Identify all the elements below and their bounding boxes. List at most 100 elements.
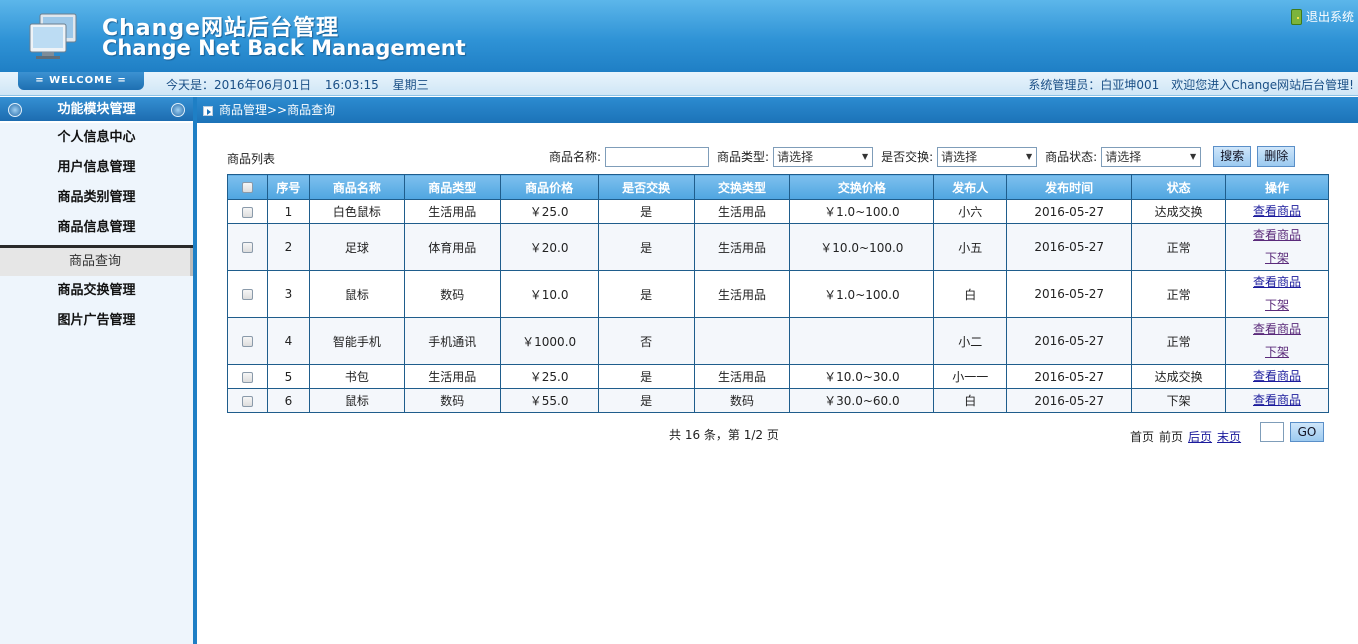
goods-type-select[interactable]: 请选择	[773, 146, 874, 167]
sidebar-subitem-goods-query[interactable]: 商品查询	[0, 248, 193, 276]
view-goods-link[interactable]: 查看商品	[1226, 365, 1328, 388]
cell-no: 4	[266, 317, 310, 365]
cell-status: 下架	[1131, 388, 1227, 413]
cell-name: 鼠标	[308, 388, 405, 413]
sidebar-item-category-management[interactable]: 商品类别管理	[0, 183, 193, 213]
cell-ex-price: ￥10.0~100.0	[789, 223, 935, 271]
sidebar-heading: 功能模块管理	[0, 97, 193, 123]
pager-links: 首页 前页 后页 末页	[1130, 428, 1246, 445]
table-header-row: 序号 商品名称 商品类型 商品价格 是否交换 交换类型 交换价格 发布人 发布时…	[227, 174, 1329, 200]
select-all-checkbox[interactable]	[241, 182, 253, 193]
row-select-cell	[227, 223, 268, 271]
sidebar-heading-label: 功能模块管理	[57, 102, 136, 117]
filter-bar: 商品名称: 商品类型: 请选择 是否交换: 请选择 商品状态: 请选择 搜索 删…	[549, 146, 1296, 167]
site-title-en: Change Net Back Management	[102, 36, 466, 60]
view-goods-link[interactable]: 查看商品	[1226, 200, 1328, 223]
delete-button[interactable]: 删除	[1257, 146, 1296, 167]
row-checkbox[interactable]	[241, 289, 253, 300]
today-date: 今天是：2016年06月01日	[166, 78, 312, 92]
date-display: 今天是：2016年06月01日 16:03:15 星期三	[166, 76, 439, 93]
cell-publisher: 小一一	[933, 364, 1008, 389]
cell-operations: 查看商品	[1225, 388, 1329, 413]
cell-ex-type	[693, 317, 791, 365]
view-goods-link[interactable]: 查看商品	[1226, 318, 1328, 341]
cell-name: 鼠标	[308, 270, 405, 318]
cell-no: 2	[266, 223, 310, 271]
current-time: 16:03:15	[324, 78, 379, 92]
view-goods-link[interactable]: 查看商品	[1226, 389, 1328, 412]
row-checkbox[interactable]	[241, 395, 253, 407]
row-select-cell	[227, 199, 268, 224]
column-header: 交换价格	[789, 174, 935, 200]
cell-date: 2016-05-27	[1006, 270, 1133, 318]
cell-price: ￥10.0	[499, 270, 599, 318]
view-goods-link[interactable]: 查看商品	[1226, 224, 1328, 247]
row-checkbox[interactable]	[241, 336, 253, 347]
cell-name: 书包	[308, 364, 405, 389]
column-header: 操作	[1225, 174, 1329, 200]
arrow-right-icon	[203, 106, 213, 116]
cell-price: ￥25.0	[499, 199, 599, 224]
cell-date: 2016-05-27	[1006, 223, 1133, 271]
sidebar-item-exchange-management[interactable]: 商品交换管理	[0, 276, 193, 306]
sidebar-item-ad-management[interactable]: 图片广告管理	[0, 306, 193, 336]
view-goods-link[interactable]: 查看商品	[1226, 271, 1328, 294]
list-title: 商品列表	[227, 152, 276, 166]
column-header: 商品价格	[499, 174, 599, 200]
logout-link[interactable]: 退出系统	[1290, 8, 1354, 25]
cell-no: 1	[266, 199, 310, 224]
sidebar: 功能模块管理 个人信息中心 用户信息管理 商品类别管理 商品信息管理 商品查询 …	[0, 97, 197, 644]
take-down-link[interactable]: 下架	[1226, 341, 1328, 364]
cell-ex-price: ￥10.0~30.0	[789, 364, 935, 389]
welcome-badge: = WELCOME =	[18, 72, 144, 90]
pager-next-link[interactable]: 后页	[1188, 428, 1212, 445]
row-checkbox[interactable]	[241, 371, 253, 383]
exchange-select[interactable]: 请选择	[937, 146, 1038, 167]
row-checkbox[interactable]	[241, 242, 253, 253]
cell-status: 达成交换	[1131, 199, 1227, 224]
take-down-link[interactable]: 下架	[1226, 294, 1328, 317]
cell-ex-type: 生活用品	[693, 364, 791, 389]
column-header: 商品类型	[403, 174, 501, 200]
pager-last-link[interactable]: 末页	[1217, 428, 1241, 445]
cell-name: 白色鼠标	[308, 199, 405, 224]
cell-operations: 查看商品 下架	[1225, 270, 1329, 318]
cell-type: 数码	[403, 270, 501, 318]
cell-ex-price: ￥1.0~100.0	[789, 199, 935, 224]
go-button[interactable]: GO	[1290, 422, 1324, 442]
search-button[interactable]: 搜索	[1213, 146, 1252, 167]
sidebar-item-goods-management[interactable]: 商品信息管理	[0, 213, 193, 243]
knob-icon	[8, 103, 22, 117]
cell-price: ￥1000.0	[499, 317, 599, 365]
cell-operations: 查看商品	[1225, 199, 1329, 224]
sidebar-item-user-management[interactable]: 用户信息管理	[0, 153, 193, 183]
cell-type: 生活用品	[403, 199, 501, 224]
cell-type: 体育用品	[403, 223, 501, 271]
breadcrumb-text: 商品管理>>商品查询	[219, 103, 336, 117]
breadcrumb: 商品管理>>商品查询	[197, 97, 1358, 123]
goods-name-input[interactable]	[605, 146, 710, 167]
cell-date: 2016-05-27	[1006, 317, 1133, 365]
exchange-filter-label: 是否交换:	[881, 150, 934, 164]
select-all-header	[227, 174, 268, 200]
cell-name: 智能手机	[308, 317, 405, 365]
column-header: 交换类型	[693, 174, 791, 200]
cell-ex-type: 生活用品	[693, 199, 791, 224]
table-row: 1 白色鼠标 生活用品 ￥25.0 是生活用品 ￥1.0~100.0 小六 2016-05-2…	[227, 199, 1329, 224]
name-filter-label: 商品名称:	[549, 150, 602, 164]
row-checkbox[interactable]	[241, 206, 253, 218]
column-header: 是否交换	[597, 174, 695, 200]
cell-type: 数码	[403, 388, 501, 413]
page-number-input[interactable]	[1260, 422, 1284, 442]
status-select[interactable]: 请选择	[1101, 146, 1202, 167]
take-down-link[interactable]: 下架	[1226, 247, 1328, 270]
cell-publisher: 小五	[933, 223, 1008, 271]
row-select-cell	[227, 364, 268, 389]
cell-ex-type: 生活用品	[693, 223, 791, 271]
computer-monitor-icon	[29, 13, 77, 59]
sidebar-item-personal-info[interactable]: 个人信息中心	[0, 123, 193, 153]
cell-no: 5	[266, 364, 310, 389]
cell-status: 达成交换	[1131, 364, 1227, 389]
table-row: 4 智能手机 手机通讯 ￥1000.0 否 小二 2016-05-27 正常 查看商品 下架	[227, 317, 1329, 365]
cell-type: 手机通讯	[403, 317, 501, 365]
